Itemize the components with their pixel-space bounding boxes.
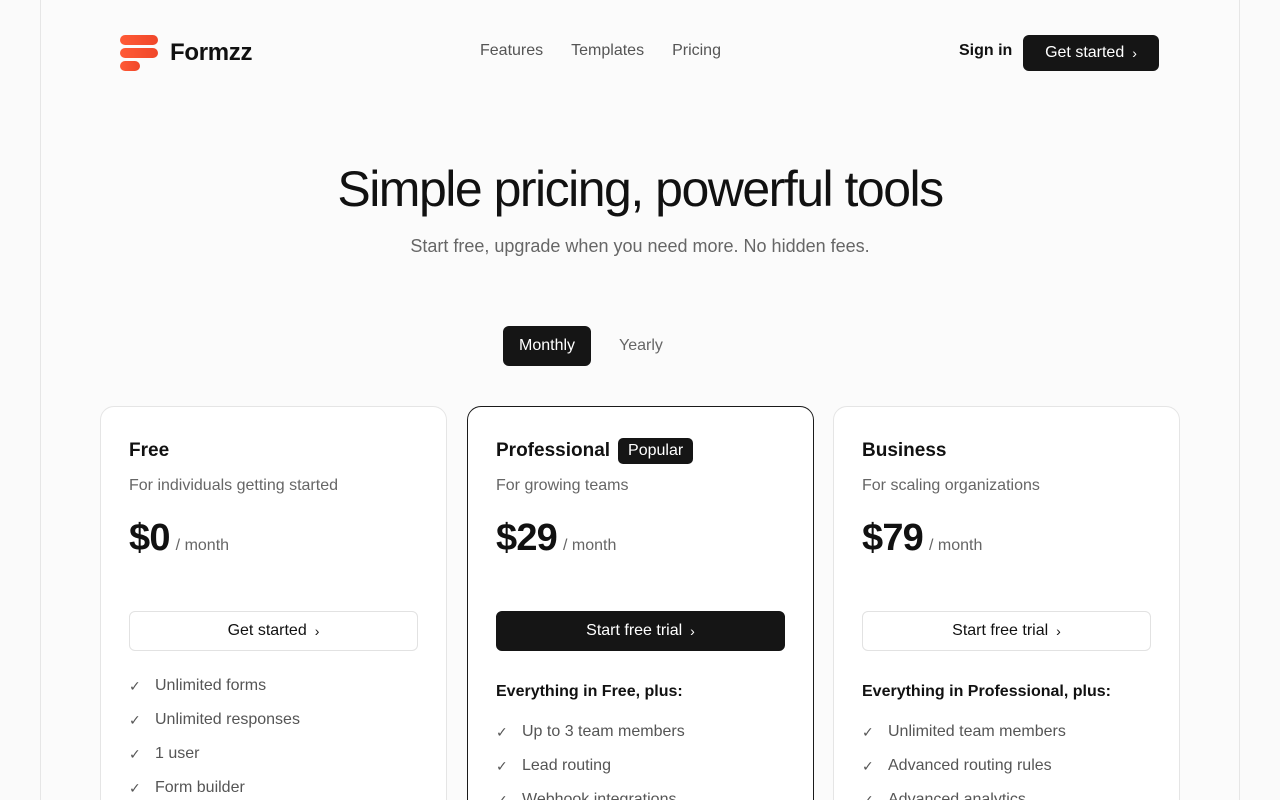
main-nav: Features Templates Pricing: [480, 42, 721, 60]
plan-price: $79: [862, 517, 924, 559]
feature-label: Form builder: [155, 779, 245, 796]
free-get-started-button[interactable]: Get started ›: [129, 611, 418, 651]
feature-label: Unlimited responses: [155, 711, 300, 728]
chevron-right-icon: ›: [690, 623, 695, 639]
get-started-label: Get started: [1045, 44, 1125, 61]
page-subtitle: Start free, upgrade when you need more. …: [410, 236, 870, 256]
plan-card-professional: Professional Popular For growing teams $…: [467, 406, 814, 800]
nav-item-pricing[interactable]: Pricing: [672, 42, 721, 60]
billing-toggle: Monthly Yearly: [503, 326, 679, 366]
check-icon: ✓: [862, 791, 874, 800]
feature-item: ✓ Webhook integrations: [496, 783, 785, 800]
check-icon: ✓: [129, 677, 141, 694]
page-title: Simple pricing, powerful tools: [337, 161, 944, 217]
brand-name: Formzz: [170, 39, 253, 66]
plan-price: $29: [496, 517, 558, 559]
check-icon: ✓: [496, 757, 508, 774]
plan-name: Professional: [496, 440, 611, 461]
features-heading: Everything in Free, plus:: [496, 683, 683, 700]
professional-start-trial-button[interactable]: Start free trial ›: [496, 611, 785, 651]
plan-name: Business: [862, 440, 947, 461]
feature-item: ✓ Unlimited responses: [129, 703, 418, 737]
feature-item: ✓ Up to 3 team members: [496, 715, 785, 749]
get-started-button[interactable]: Get started ›: [1023, 35, 1159, 71]
feature-label: Unlimited forms: [155, 677, 267, 694]
sign-in-link[interactable]: Sign in: [959, 42, 1012, 60]
plan-period: / month: [929, 537, 983, 554]
feature-item: ✓ Unlimited team members: [862, 715, 1151, 749]
chevron-right-icon: ›: [1056, 623, 1061, 639]
nav-item-features[interactable]: Features: [480, 42, 543, 60]
button-label: Start free trial: [952, 622, 1049, 639]
plan-card-free: Free For individuals getting started $0 …: [100, 406, 447, 800]
feature-item: ✓ Form builder: [129, 771, 418, 800]
billing-monthly-tab[interactable]: Monthly: [503, 326, 592, 366]
chevron-right-icon: ›: [1132, 45, 1137, 61]
chevron-right-icon: ›: [314, 623, 320, 639]
check-icon: ✓: [862, 757, 874, 774]
check-icon: ✓: [496, 791, 508, 800]
button-label: Start free trial: [586, 622, 683, 639]
plan-description: For scaling organizations: [862, 477, 1040, 494]
plan-name: Free: [129, 440, 170, 461]
plan-period: / month: [563, 537, 617, 554]
plan-card-business: Business For scaling organizations $79 /…: [833, 406, 1180, 800]
feature-list: Everything in Free, plus: ✓ Up to 3 team …: [496, 683, 785, 800]
feature-label: Lead routing: [522, 757, 611, 774]
check-icon: ✓: [862, 723, 874, 740]
plan-period: / month: [175, 537, 230, 554]
feature-label: Unlimited team members: [888, 723, 1066, 740]
feature-label: Webhook integrations: [522, 791, 677, 800]
logo-icon: [120, 34, 158, 72]
plan-price: $0: [129, 517, 170, 559]
check-icon: ✓: [129, 745, 141, 762]
feature-item: ✓ Lead routing: [496, 749, 785, 783]
nav-item-templates[interactable]: Templates: [571, 42, 644, 60]
feature-item: ✓ Advanced analytics: [862, 783, 1151, 800]
feature-label: Advanced routing rules: [888, 757, 1052, 774]
feature-list: ✓ Unlimited forms ✓ Unlimited responses ✓ 1…: [129, 669, 418, 800]
billing-yearly-tab[interactable]: Yearly: [603, 326, 679, 366]
button-label: Get started: [227, 622, 307, 639]
site-header: Formzz Features Templates Pricing Sign i…: [0, 0, 1280, 106]
feature-label: 1 user: [155, 745, 200, 762]
feature-item: ✓ Unlimited forms: [129, 669, 418, 703]
feature-item: ✓ Advanced routing rules: [862, 749, 1151, 783]
plan-description: For individuals getting started: [129, 477, 338, 494]
popular-badge: Popular: [618, 438, 694, 464]
feature-list: Everything in Professional, plus: ✓ Unlim…: [862, 683, 1151, 800]
brand-logo[interactable]: Formzz: [120, 34, 253, 72]
feature-label: Up to 3 team members: [522, 723, 685, 740]
check-icon: ✓: [129, 779, 141, 796]
feature-item: ✓ 1 user: [129, 737, 418, 771]
check-icon: ✓: [496, 723, 508, 740]
business-start-trial-button[interactable]: Start free trial ›: [862, 611, 1151, 651]
plan-description: For growing teams: [496, 477, 629, 494]
feature-label: Advanced analytics: [888, 791, 1026, 800]
check-icon: ✓: [129, 711, 141, 728]
features-heading: Everything in Professional, plus:: [862, 683, 1111, 700]
